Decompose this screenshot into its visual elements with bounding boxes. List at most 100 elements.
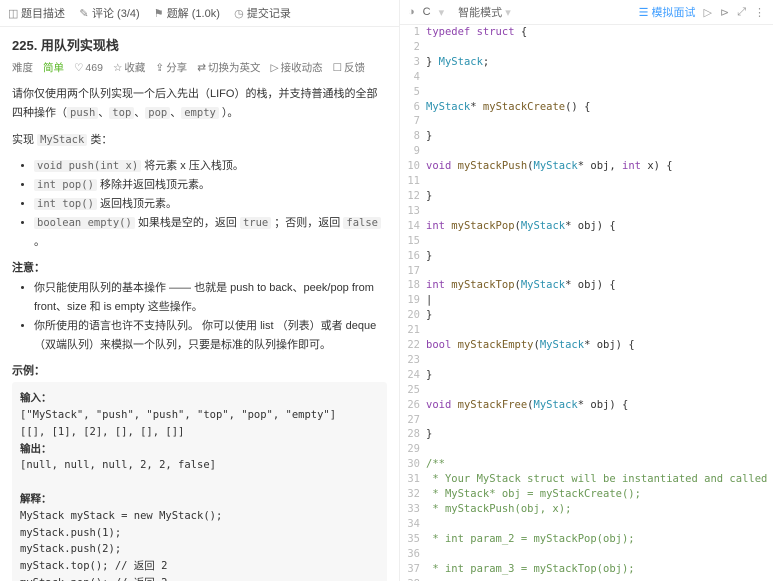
code-line[interactable]: 6MyStack* myStackCreate() { <box>400 100 773 115</box>
language-select[interactable]: C <box>423 6 431 18</box>
code-line[interactable]: 22bool myStackEmpty(MyStack* obj) { <box>400 338 773 353</box>
line-content: } MyStack; <box>426 55 489 70</box>
line-number: 4 <box>400 70 426 85</box>
line-number: 5 <box>400 85 426 100</box>
editor-panel: ◑ C ▾ 智能模式 ▾ ☰模拟面试 ▷ ⊳ ⤢ ⋮ 1typedef stru… <box>400 0 773 581</box>
line-number: 27 <box>400 413 426 428</box>
line-content <box>426 383 432 398</box>
code-line[interactable]: 20} <box>400 308 773 323</box>
line-number: 6 <box>400 100 426 115</box>
code-line[interactable]: 12} <box>400 189 773 204</box>
line-content <box>426 442 432 457</box>
code-line[interactable]: 17 <box>400 264 773 279</box>
line-number: 37 <box>400 562 426 577</box>
code-line[interactable]: 4 <box>400 70 773 85</box>
line-number: 7 <box>400 114 426 129</box>
code-line[interactable]: 29 <box>400 442 773 457</box>
line-number: 29 <box>400 442 426 457</box>
line-content <box>426 85 432 100</box>
mock-interview-button[interactable]: ☰模拟面试 <box>639 4 696 20</box>
line-number: 32 <box>400 487 426 502</box>
code-line[interactable]: 21 <box>400 323 773 338</box>
line-content: } <box>426 308 432 323</box>
line-number: 26 <box>400 398 426 413</box>
share-button[interactable]: ⇪分享 <box>155 60 187 75</box>
code-line[interactable]: 25 <box>400 383 773 398</box>
code-line[interactable]: 8} <box>400 129 773 144</box>
code-line[interactable]: 10void myStackPush(MyStack* obj, int x) … <box>400 159 773 174</box>
code-line[interactable]: 26void myStackFree(MyStack* obj) { <box>400 398 773 413</box>
code-line[interactable]: 1typedef struct { <box>400 25 773 40</box>
line-content <box>426 114 432 129</box>
code-line[interactable]: 2 <box>400 40 773 55</box>
line-number: 30 <box>400 457 426 472</box>
line-content: /** <box>426 457 445 472</box>
line-number: 11 <box>400 174 426 189</box>
likes-button[interactable]: ♡469 <box>74 62 103 74</box>
code-line[interactable]: 9 <box>400 144 773 159</box>
code-line[interactable]: 38 <box>400 577 773 581</box>
code-line[interactable]: 35 * int param_2 = myStackPop(obj); <box>400 532 773 547</box>
expand-button[interactable]: ⤢ <box>737 6 746 19</box>
code-line[interactable]: 31 * Your MyStack struct will be instant… <box>400 472 773 487</box>
line-content: } <box>426 368 432 383</box>
line-content <box>426 264 432 279</box>
line-number: 23 <box>400 353 426 368</box>
feedback-button[interactable]: ☐反馈 <box>333 60 365 75</box>
line-content <box>426 577 432 581</box>
code-line[interactable]: 18int myStackTop(MyStack* obj) { <box>400 278 773 293</box>
code-line[interactable]: 19| <box>400 293 773 308</box>
code-line[interactable]: 13 <box>400 204 773 219</box>
op-item: int pop() 移除并返回栈顶元素。 <box>34 176 387 195</box>
tab-2[interactable]: ⚑题解 (1.0k) <box>154 5 220 21</box>
line-number: 38 <box>400 577 426 581</box>
heart-icon: ♡ <box>74 62 83 74</box>
line-content <box>426 323 432 338</box>
code-line[interactable]: 27 <box>400 413 773 428</box>
tab-1[interactable]: ✎评论 (3/4) <box>79 5 140 21</box>
line-number: 28 <box>400 427 426 442</box>
line-number: 1 <box>400 25 426 40</box>
more-button[interactable]: ⋮ <box>754 6 765 19</box>
code-line[interactable]: 33 * myStackPush(obj, x); <box>400 502 773 517</box>
code-line[interactable]: 28} <box>400 427 773 442</box>
line-content <box>426 517 432 532</box>
code-line[interactable]: 11 <box>400 174 773 189</box>
submit-button[interactable]: ⊳ <box>720 6 729 19</box>
difficulty-value: 简单 <box>43 60 64 75</box>
line-number: 31 <box>400 472 426 487</box>
code-line[interactable]: 14int myStackPop(MyStack* obj) { <box>400 219 773 234</box>
activity-button[interactable]: ▷接收动态 <box>271 60 323 75</box>
tab-icon: ◫ <box>8 7 18 20</box>
share-icon: ⇪ <box>155 62 164 74</box>
line-number: 8 <box>400 129 426 144</box>
favorite-button[interactable]: ☆收藏 <box>113 60 145 75</box>
code-line[interactable]: 16} <box>400 249 773 264</box>
run-button[interactable]: ▷ <box>704 6 712 19</box>
code-line[interactable]: 23 <box>400 353 773 368</box>
tab-0[interactable]: ◫题目描述 <box>8 5 65 21</box>
code-line[interactable]: 3} MyStack; <box>400 55 773 70</box>
line-content <box>426 174 432 189</box>
line-number: 21 <box>400 323 426 338</box>
translate-button[interactable]: ⇄切换为英文 <box>197 60 260 75</box>
code-line[interactable]: 7 <box>400 114 773 129</box>
code-line[interactable]: 36 <box>400 547 773 562</box>
code-line[interactable]: 37 * int param_3 = myStackTop(obj); <box>400 562 773 577</box>
code-line[interactable]: 30/** <box>400 457 773 472</box>
tab-icon: ✎ <box>79 7 89 20</box>
code-line[interactable]: 15 <box>400 234 773 249</box>
line-content: * MyStack* obj = myStackCreate(); <box>426 487 641 502</box>
code-line[interactable]: 24} <box>400 368 773 383</box>
line-content <box>426 413 432 428</box>
autocomplete-select[interactable]: 智能模式 <box>458 7 502 19</box>
code-editor[interactable]: 1typedef struct {2 3} MyStack;4 5 6MySta… <box>400 25 773 581</box>
code-line[interactable]: 32 * MyStack* obj = myStackCreate(); <box>400 487 773 502</box>
line-number: 17 <box>400 264 426 279</box>
notes-heading: 注意： <box>12 259 387 275</box>
line-content: int myStackPop(MyStack* obj) { <box>426 219 616 234</box>
code-line[interactable]: 5 <box>400 85 773 100</box>
code-line[interactable]: 34 <box>400 517 773 532</box>
tab-3[interactable]: ◷提交记录 <box>234 5 291 21</box>
line-number: 12 <box>400 189 426 204</box>
